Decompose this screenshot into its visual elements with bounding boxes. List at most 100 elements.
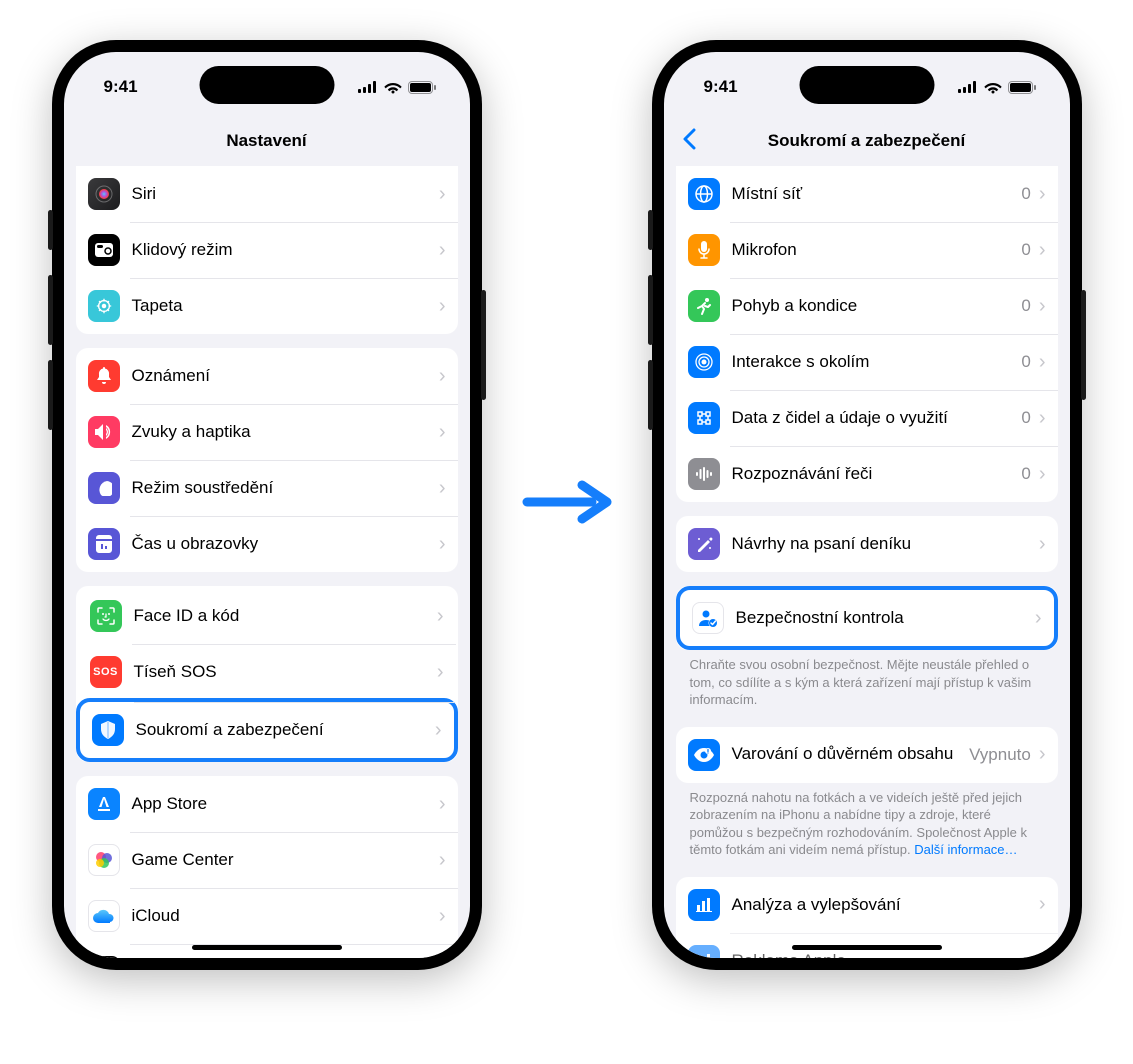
- status-indicators: [358, 81, 436, 94]
- notifications-icon: [88, 360, 120, 392]
- row-label: Čas u obrazovky: [132, 534, 435, 554]
- chevron-right-icon: ›: [1039, 533, 1046, 556]
- row-zvuky[interactable]: Zvuky a haptika ›: [76, 404, 458, 460]
- row-detail: 0: [1021, 184, 1030, 204]
- row-detail: 0: [1021, 352, 1030, 372]
- appstore-icon: [88, 788, 120, 820]
- motion-icon: [688, 290, 720, 322]
- row-label: Tíseň SOS: [134, 662, 433, 682]
- status-time: 9:41: [704, 77, 738, 97]
- row-label: Pohyb a kondice: [732, 296, 1022, 316]
- settings-list[interactable]: Siri › Klidový režim › Tapeta › Oznáme: [64, 166, 470, 958]
- row-label: Analýza a vylepšování: [732, 895, 1035, 915]
- row-label: Návrhy na psaní deníku: [732, 534, 1035, 554]
- chevron-right-icon: ›: [435, 719, 442, 742]
- row-navrhy-deniku[interactable]: Návrhy na psaní deníku ›: [676, 516, 1058, 572]
- gamecenter-icon: [88, 844, 120, 876]
- row-label: Tapeta: [132, 296, 435, 316]
- row-label: Klidový režim: [132, 240, 435, 260]
- settings-group: Místní síť 0 › Mikrofon 0 › Pohyb a kond…: [676, 166, 1058, 502]
- chevron-right-icon: ›: [439, 905, 446, 928]
- sensitive-content-icon: [688, 739, 720, 771]
- siri-icon: [88, 178, 120, 210]
- row-label: Interakce s okolím: [732, 352, 1022, 372]
- status-indicators: [958, 81, 1036, 94]
- home-indicator[interactable]: [192, 945, 342, 950]
- home-indicator[interactable]: [792, 945, 942, 950]
- back-button[interactable]: [676, 124, 702, 158]
- row-interakce[interactable]: Interakce s okolím 0 ›: [676, 334, 1058, 390]
- row-label: Game Center: [132, 850, 435, 870]
- wallet-icon: [88, 956, 120, 958]
- row-mikrofon[interactable]: Mikrofon 0 ›: [676, 222, 1058, 278]
- arrow-right-icon: [522, 468, 612, 542]
- cellular-icon: [358, 81, 378, 93]
- speech-icon: [688, 458, 720, 490]
- privacy-list[interactable]: Místní síť 0 › Mikrofon 0 › Pohyb a kond…: [664, 166, 1070, 958]
- wallpaper-icon: [88, 290, 120, 322]
- row-gamecenter[interactable]: Game Center ›: [76, 832, 458, 888]
- row-analyza[interactable]: Analýza a vylepšování ›: [676, 877, 1058, 933]
- row-label: Zvuky a haptika: [132, 422, 435, 442]
- row-siri[interactable]: Siri ›: [76, 166, 458, 222]
- nav-bar: Soukromí a zabezpečení: [664, 116, 1070, 166]
- chevron-right-icon: ›: [439, 421, 446, 444]
- row-label: Bezpečnostní kontrola: [736, 608, 1031, 628]
- row-oznameni[interactable]: Oznámení ›: [76, 348, 458, 404]
- row-detail: 0: [1021, 464, 1030, 484]
- row-data-cidel[interactable]: Data z čidel a údaje o využití 0 ›: [676, 390, 1058, 446]
- screentime-icon: [88, 528, 120, 560]
- row-detail: 0: [1021, 296, 1030, 316]
- row-klidovy-rezim[interactable]: Klidový režim ›: [76, 222, 458, 278]
- row-bezpecnostni-kontrola[interactable]: Bezpečnostní kontrola ›: [676, 586, 1058, 650]
- row-cas-obrazovky[interactable]: Čas u obrazovky ›: [76, 516, 458, 572]
- nav-bar: Nastavení: [64, 116, 470, 166]
- sensor-data-icon: [688, 402, 720, 434]
- row-soustredeni[interactable]: Režim soustředění ›: [76, 460, 458, 516]
- chevron-right-icon: ›: [1039, 893, 1046, 916]
- settings-group: Oznámení › Zvuky a haptika › Režim soust…: [76, 348, 458, 572]
- row-tapeta[interactable]: Tapeta ›: [76, 278, 458, 334]
- learn-more-link[interactable]: Další informace…: [914, 842, 1017, 857]
- row-icloud[interactable]: iCloud ›: [76, 888, 458, 944]
- row-label: Soukromí a zabezpečení: [136, 720, 431, 740]
- row-varovani-duverny-obsah[interactable]: Varování o důvěrném obsahu Vypnuto ›: [676, 727, 1058, 783]
- settings-group: Návrhy na psaní deníku ›: [676, 516, 1058, 572]
- row-appstore[interactable]: App Store ›: [76, 776, 458, 832]
- row-detail: Vypnuto: [969, 745, 1031, 765]
- wifi-icon: [984, 81, 1002, 94]
- journal-suggestions-icon: [688, 528, 720, 560]
- apple-advertising-icon: [688, 945, 720, 958]
- dynamic-island: [199, 66, 334, 104]
- row-label: App Store: [132, 794, 435, 814]
- row-pohyb-kondice[interactable]: Pohyb a kondice 0 ›: [676, 278, 1058, 334]
- chevron-right-icon: ›: [439, 793, 446, 816]
- row-soukromi-zabezpeceni[interactable]: Soukromí a zabezpečení ›: [76, 698, 458, 762]
- chevron-right-icon: ›: [437, 605, 444, 628]
- chevron-right-icon: ›: [1039, 183, 1046, 206]
- chevron-right-icon: ›: [1039, 295, 1046, 318]
- row-label: Místní síť: [732, 184, 1022, 204]
- analytics-icon: [688, 889, 720, 921]
- row-label: Varování o důvěrném obsahu: [732, 744, 970, 764]
- row-detail: 0: [1021, 408, 1030, 428]
- status-time: 9:41: [104, 77, 138, 97]
- chevron-right-icon: ›: [439, 533, 446, 556]
- local-network-icon: [688, 178, 720, 210]
- phone-right: 9:41 Soukromí a zabezpečení Místní síť 0…: [652, 40, 1082, 970]
- chevron-right-icon: ›: [439, 365, 446, 388]
- page-title: Soukromí a zabezpečení: [768, 131, 965, 151]
- row-faceid[interactable]: Face ID a kód ›: [78, 588, 456, 644]
- row-sos[interactable]: SOS Tíseň SOS ›: [78, 644, 456, 700]
- row-label: Oznámení: [132, 366, 435, 386]
- icloud-icon: [88, 900, 120, 932]
- settings-group: Varování o důvěrném obsahu Vypnuto ›: [676, 727, 1058, 783]
- sounds-icon: [88, 416, 120, 448]
- settings-group: App Store › Game Center › iCloud › Peněž…: [76, 776, 458, 958]
- settings-group: Bezpečnostní kontrola ›: [676, 586, 1058, 650]
- row-rozpoznavani-reci[interactable]: Rozpoznávání řeči 0 ›: [676, 446, 1058, 502]
- row-mistni-sit[interactable]: Místní síť 0 ›: [676, 166, 1058, 222]
- safety-check-icon: [692, 602, 724, 634]
- row-label: Rozpoznávání řeči: [732, 464, 1022, 484]
- sos-icon: SOS: [90, 656, 122, 688]
